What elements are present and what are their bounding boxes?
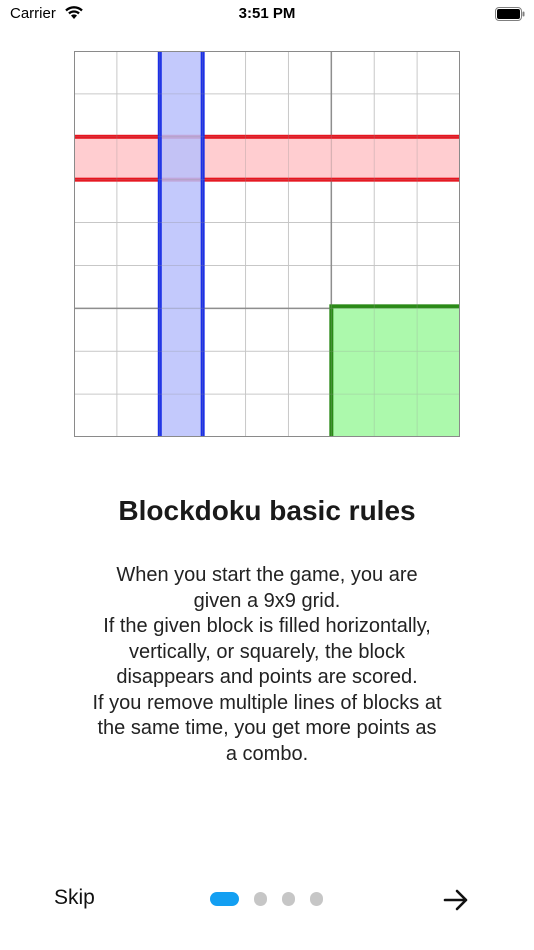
skip-button[interactable]: Skip — [54, 886, 95, 910]
page-dot-active[interactable] — [210, 892, 239, 906]
arrow-right-icon[interactable] — [440, 884, 472, 916]
status-bar: Carrier 3:51 PM — [0, 0, 534, 30]
row-highlight — [74, 134, 460, 182]
blockdoku-grid-illustration — [74, 51, 460, 437]
page-dot[interactable] — [282, 892, 295, 906]
column-highlight — [157, 51, 205, 437]
battery-icon — [495, 7, 525, 21]
onboarding-footer: Skip — [0, 870, 534, 930]
square-highlight — [329, 304, 460, 437]
rules-title: Blockdoku basic rules — [118, 495, 416, 526]
clock: 3:51 PM — [238, 5, 296, 22]
page-dot[interactable] — [254, 892, 267, 906]
rules-description: When you start the game, you are given a… — [92, 564, 442, 765]
page-dot[interactable] — [310, 892, 323, 906]
